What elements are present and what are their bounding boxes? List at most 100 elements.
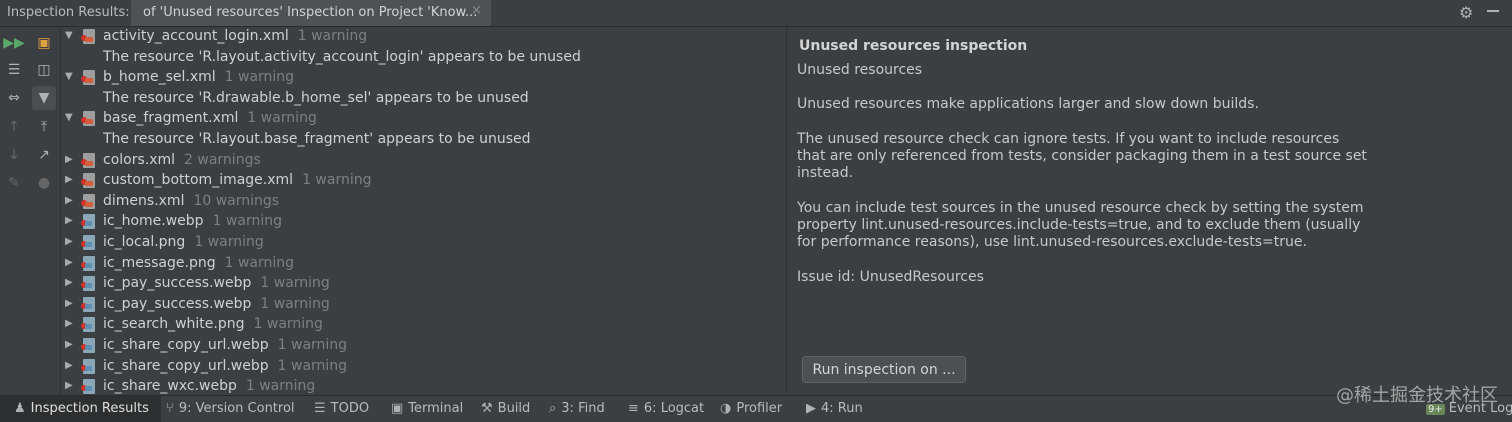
image-file-icon <box>81 338 95 353</box>
file-label: ic_share_copy_url.webp 1 warning <box>103 358 347 374</box>
collapsed-arrow-icon[interactable]: ▶ <box>65 174 73 185</box>
collapsed-arrow-icon[interactable]: ▶ <box>65 195 73 206</box>
tool-tab-terminal[interactable]: ▣ Terminal <box>391 401 463 416</box>
tool-tab-build[interactable]: ⚒ Build <box>481 401 530 416</box>
image-file-icon <box>81 296 95 312</box>
hammer-icon: ⚒ <box>481 401 493 416</box>
autoscroll-icon[interactable]: ⤒ <box>34 117 54 137</box>
export-icon[interactable]: ▣ <box>34 33 54 53</box>
tool-tab-logcat[interactable]: ≡ 6: Logcat <box>628 401 704 416</box>
warning-count: 1 warning <box>302 172 372 189</box>
problem-description: The resource 'R.layout.base_fragment' ap… <box>103 131 531 147</box>
file-label: ic_share_wxc.webp 1 warning <box>103 378 315 394</box>
tree-file-row[interactable]: ▶ ic_pay_success.webp 1 warning <box>61 275 781 295</box>
tool-tab-find[interactable]: ⌕ 3: Find <box>549 401 605 416</box>
xml-file-icon <box>81 111 95 127</box>
file-name: ic_share_copy_url.webp <box>103 337 269 353</box>
tool-tab-todo[interactable]: ☰ TODO <box>314 401 369 416</box>
rerun-icon[interactable]: ▶▶ <box>3 33 25 53</box>
image-file-icon <box>81 214 95 230</box>
collapsed-arrow-icon[interactable]: ▶ <box>65 360 73 371</box>
file-label: base_fragment.xml 1 warning <box>103 110 317 126</box>
collapsed-arrow-icon[interactable]: ▶ <box>65 215 73 226</box>
tree-file-row[interactable]: ▶ ic_home.webp 1 warning <box>61 213 781 233</box>
collapse-all-icon[interactable]: ⇔ <box>4 88 24 108</box>
file-label: ic_share_copy_url.webp 1 warning <box>103 337 347 353</box>
gear-icon[interactable]: ⚙ <box>1459 3 1473 22</box>
lightbulb-icon[interactable]: ● <box>34 173 54 193</box>
xml-file-icon <box>81 29 95 44</box>
file-name: colors.xml <box>103 151 176 168</box>
expanded-arrow-icon[interactable]: ▼ <box>65 71 73 82</box>
expanded-arrow-icon[interactable]: ▼ <box>65 30 73 41</box>
inspection-tab-title: of 'Unused resources' Inspection on Proj… <box>143 5 478 20</box>
tool-tab-inspection-results[interactable]: ♟ Inspection Results <box>0 396 161 422</box>
collapsed-arrow-icon[interactable]: ▶ <box>65 318 73 329</box>
file-name: ic_share_wxc.webp <box>103 378 237 395</box>
list-icon: ☰ <box>314 401 326 416</box>
inspection-description-panel: Unused resources inspection Unused resou… <box>786 27 1512 395</box>
image-file-icon <box>81 358 95 374</box>
file-label: ic_message.png 1 warning <box>103 255 294 271</box>
tool-tab-profiler[interactable]: ◑ Profiler <box>720 401 782 416</box>
tree-message-row[interactable]: The resource 'R.layout.activity_account_… <box>61 49 781 69</box>
tool-tab-version-control[interactable]: ⑂ 9: Version Control <box>166 401 295 416</box>
filter-icon[interactable]: ▼ <box>32 86 56 110</box>
problem-description: The resource 'R.layout.activity_account_… <box>103 48 581 65</box>
collapsed-arrow-icon[interactable]: ▶ <box>65 154 73 165</box>
tree-file-row[interactable]: ▼ b_home_sel.xml 1 warning <box>61 69 781 89</box>
close-tab-icon[interactable]: × <box>471 3 482 18</box>
file-name: base_fragment.xml <box>103 110 239 127</box>
tree-file-row[interactable]: ▶ ic_pay_success.webp 1 warning <box>61 296 781 316</box>
description-paragraph: The unused resource check can ignore tes… <box>797 131 1367 181</box>
file-name: activity_account_login.xml <box>103 28 289 44</box>
tree-file-row[interactable]: ▶ ic_share_wxc.webp 1 warning <box>61 378 781 395</box>
terminal-icon: ▣ <box>391 401 404 416</box>
tree-file-row[interactable]: ▶ ic_share_copy_url.webp 1 warning <box>61 337 781 357</box>
file-name: ic_search_white.png <box>103 316 245 333</box>
tree-file-row[interactable]: ▶ ic_local.png 1 warning <box>61 234 781 254</box>
image-file-icon <box>81 276 95 292</box>
tree-file-row[interactable]: ▶ custom_bottom_image.xml 1 warning <box>61 172 781 192</box>
expand-all-icon[interactable]: ☰ <box>4 60 24 80</box>
previous-problem-icon[interactable]: ↑ <box>4 117 24 137</box>
collapsed-arrow-icon[interactable]: ▶ <box>65 236 73 247</box>
collapsed-arrow-icon[interactable]: ▶ <box>65 277 73 288</box>
run-inspection-button[interactable]: Run inspection on ... <box>802 356 966 383</box>
tree-file-row[interactable]: ▶ colors.xml 2 warnings <box>61 152 781 172</box>
tree-file-row[interactable]: ▼ base_fragment.xml 1 warning <box>61 110 781 130</box>
tree-file-row[interactable]: ▶ ic_message.png 1 warning <box>61 255 781 275</box>
profiler-icon: ◑ <box>720 401 732 416</box>
collapsed-arrow-icon[interactable]: ▶ <box>65 380 73 391</box>
image-file-icon <box>81 317 95 333</box>
tree-file-row[interactable]: ▶ ic_search_white.png 1 warning <box>61 316 781 336</box>
wrench-icon[interactable]: ✎ <box>4 173 24 193</box>
open-in-editor-icon[interactable]: ↗ <box>34 145 54 165</box>
group-by-directory-icon[interactable]: ◫ <box>34 60 54 80</box>
expanded-arrow-icon[interactable]: ▼ <box>65 112 73 123</box>
warning-count: 1 warning <box>212 213 282 230</box>
file-name: custom_bottom_image.xml <box>103 172 294 189</box>
file-label: b_home_sel.xml 1 warning <box>103 69 294 85</box>
problem-description: The resource 'R.drawable.b_home_sel' app… <box>103 89 529 106</box>
tree-message-row[interactable]: The resource 'R.drawable.b_home_sel' app… <box>61 90 781 110</box>
image-file-icon <box>81 379 95 395</box>
file-name: b_home_sel.xml <box>103 69 216 86</box>
tree-file-row[interactable]: ▶ ic_share_copy_url.webp 1 warning <box>61 358 781 378</box>
collapsed-arrow-icon[interactable]: ▶ <box>65 339 73 350</box>
minimize-icon[interactable] <box>1487 10 1499 12</box>
tree-file-row[interactable]: ▶ dimens.xml 10 warnings <box>61 193 781 213</box>
file-label: dimens.xml 10 warnings <box>103 193 279 209</box>
tree-file-row[interactable]: ▼ activity_account_login.xml 1 warning <box>61 28 781 48</box>
collapsed-arrow-icon[interactable]: ▶ <box>65 257 73 268</box>
file-name: ic_home.webp <box>103 213 204 230</box>
xml-file-icon <box>81 173 95 189</box>
warning-count: 1 warning <box>260 275 330 292</box>
file-name: dimens.xml <box>103 192 185 209</box>
next-problem-icon[interactable]: ↓ <box>4 145 24 165</box>
collapsed-arrow-icon[interactable]: ▶ <box>65 298 73 309</box>
inspection-tab[interactable]: of 'Unused resources' Inspection on Proj… <box>131 0 491 26</box>
inspection-toolbar: ▶▶ ▣ ☰ ◫ ⇔ ▼ ↑ ⤒ ↓ ↗ ✎ ● <box>0 27 61 395</box>
tool-tab-run[interactable]: ▶ 4: Run <box>806 401 863 416</box>
tree-message-row[interactable]: The resource 'R.layout.base_fragment' ap… <box>61 131 781 151</box>
